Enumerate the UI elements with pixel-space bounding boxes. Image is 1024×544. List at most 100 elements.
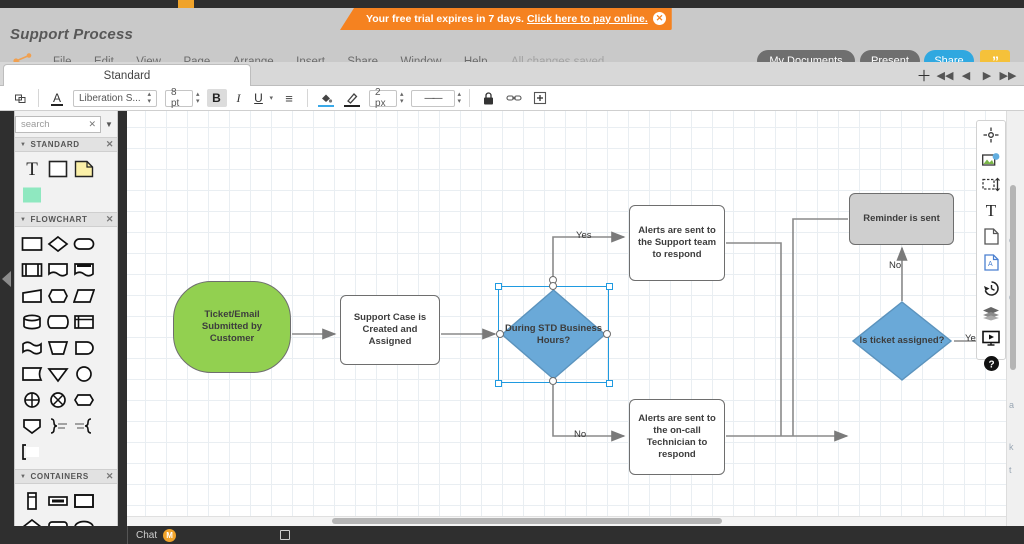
connection-port-left[interactable] xyxy=(496,330,504,338)
canvas-hscroll-thumb[interactable] xyxy=(332,518,722,524)
shape-extract-triangle[interactable] xyxy=(46,362,70,386)
page-icon[interactable] xyxy=(981,228,1001,245)
search-options-caret-icon[interactable]: ▼ xyxy=(101,120,117,129)
shape-manual-input[interactable] xyxy=(20,284,44,308)
shape-vertical-container[interactable] xyxy=(20,489,44,513)
shape-preparation[interactable] xyxy=(46,284,70,308)
resize-handle-top-left[interactable] xyxy=(495,283,502,290)
section-header-standard[interactable]: ▼ STANDARD ✕ xyxy=(15,137,117,152)
node-reminder-is-sent[interactable]: Reminder is sent xyxy=(849,193,954,245)
connection-port-bottom[interactable] xyxy=(549,377,557,385)
page-annotate-icon[interactable]: A xyxy=(981,254,1001,271)
shape-merge-triangle[interactable] xyxy=(20,414,44,438)
line-style-select[interactable]: —— xyxy=(410,89,455,107)
shape-internal-storage[interactable] xyxy=(72,310,96,334)
revision-history-icon[interactable] xyxy=(981,280,1001,297)
shape-rounded-container[interactable] xyxy=(46,515,70,526)
image-icon[interactable] xyxy=(981,152,1001,168)
shape-display[interactable] xyxy=(72,336,96,360)
section-close-standard[interactable]: ✕ xyxy=(106,139,114,150)
presentation-icon[interactable] xyxy=(981,330,1001,346)
help-icon[interactable]: ? xyxy=(981,355,1001,372)
shape-delay[interactable] xyxy=(72,388,96,412)
shape-rect-container[interactable] xyxy=(72,489,96,513)
connection-port-right[interactable] xyxy=(603,330,611,338)
panel-collapse-arrow-icon[interactable] xyxy=(2,271,11,287)
search-input[interactable]: search ✕ xyxy=(15,115,101,133)
line-style-caret[interactable]: ▴ ▾ xyxy=(458,91,462,105)
resize-handle-bottom-left[interactable] xyxy=(495,380,502,387)
next-page-button[interactable]: ▶ xyxy=(978,66,996,84)
shape-multi-document-wave[interactable] xyxy=(20,336,44,360)
diagram-canvas[interactable]: Ticket/Email Submitted by Customer Suppo… xyxy=(127,111,1024,526)
line-width-stepper[interactable]: ▴ ▾ xyxy=(400,91,404,105)
font-family-select[interactable]: Liberation S... ▴ ▾ xyxy=(73,89,157,107)
line-width-input[interactable]: 2 px xyxy=(369,87,398,109)
shape-decision[interactable] xyxy=(46,232,70,256)
shape-sticky-green[interactable] xyxy=(20,183,44,207)
canvas-vertical-scrollbar[interactable] xyxy=(1010,185,1016,370)
node-start-terminator[interactable]: Ticket/Email Submitted by Customer xyxy=(173,281,291,373)
text-color-icon[interactable]: A xyxy=(47,88,67,108)
resize-handle-top-right[interactable] xyxy=(606,283,613,290)
resize-icon[interactable] xyxy=(981,177,1001,193)
shape-or-circle[interactable] xyxy=(20,388,44,412)
shape-direct-data[interactable] xyxy=(46,310,70,334)
format-painter-icon[interactable] xyxy=(10,88,30,108)
font-size-stepper[interactable]: ▴ ▾ xyxy=(196,91,200,105)
section-close-flowchart[interactable]: ✕ xyxy=(106,214,114,225)
shape-bracket-card[interactable] xyxy=(20,440,44,464)
first-page-button[interactable]: ◀◀ xyxy=(936,66,954,84)
shape-brace-right-annotation[interactable] xyxy=(46,414,70,438)
lock-icon[interactable] xyxy=(478,88,498,108)
trial-banner-close-icon[interactable]: ✕ xyxy=(653,12,666,25)
shape-brace-left-annotation[interactable] xyxy=(72,414,96,438)
shape-predefined-process[interactable] xyxy=(20,258,44,282)
italic-button[interactable]: I xyxy=(230,89,248,107)
page-menu-button[interactable]: ▾ xyxy=(1020,66,1024,84)
add-page-button[interactable]: ＋ xyxy=(915,66,933,85)
shape-square[interactable] xyxy=(46,157,70,181)
section-header-flowchart[interactable]: ▼ FLOWCHART ✕ xyxy=(15,212,117,227)
shape-connector-circle[interactable] xyxy=(72,362,96,386)
search-clear-icon[interactable]: ✕ xyxy=(88,119,96,130)
section-header-containers[interactable]: ▼ CONTAINERS ✕ xyxy=(15,469,117,484)
shape-diamond-container[interactable] xyxy=(20,515,44,526)
shape-ellipse-container[interactable] xyxy=(72,515,96,526)
shape-document[interactable] xyxy=(46,258,70,282)
resize-handle-bottom-right[interactable] xyxy=(606,380,613,387)
shape-stored-data[interactable] xyxy=(20,362,44,386)
shape-horizontal-container[interactable] xyxy=(46,489,70,513)
bold-button[interactable]: B xyxy=(206,89,227,107)
expand-chat-icon[interactable] xyxy=(280,530,290,540)
underline-caret-icon[interactable]: ▾ xyxy=(270,95,274,102)
prev-page-button[interactable]: ◀ xyxy=(957,66,975,84)
node-alerts-oncall-technician[interactable]: Alerts are sent to the on-call Technicia… xyxy=(629,399,725,475)
add-shape-icon[interactable] xyxy=(530,88,550,108)
tab-standard[interactable]: Standard xyxy=(3,64,251,87)
shape-process[interactable] xyxy=(20,232,44,256)
shape-multidocument[interactable] xyxy=(72,258,96,282)
layers-icon[interactable] xyxy=(981,306,1001,321)
shape-text-T[interactable]: T xyxy=(20,157,44,181)
chat-user-avatar[interactable]: M xyxy=(163,528,177,542)
node-is-ticket-assigned[interactable]: Is ticket assigned? xyxy=(852,301,952,381)
node-alerts-support-team[interactable]: Alerts are sent to the Support team to r… xyxy=(629,205,725,281)
shape-data-parallelogram[interactable] xyxy=(72,284,96,308)
align-button[interactable]: ≡ xyxy=(279,88,299,108)
shape-terminator[interactable] xyxy=(72,232,96,256)
trial-pay-link[interactable]: Click here to pay online. xyxy=(527,13,648,25)
node-support-case[interactable]: Support Case is Created and Assigned xyxy=(340,295,440,365)
shape-summing-junction[interactable] xyxy=(46,388,70,412)
shape-database[interactable] xyxy=(20,310,44,334)
chat-label[interactable]: Chat xyxy=(136,530,157,541)
underline-button[interactable]: U xyxy=(250,89,268,107)
shape-manual-operation[interactable] xyxy=(46,336,70,360)
link-icon[interactable] xyxy=(504,88,524,108)
connection-port-top[interactable] xyxy=(549,282,557,290)
fill-color-icon[interactable] xyxy=(316,88,336,108)
last-page-button[interactable]: ▶▶ xyxy=(999,66,1017,84)
line-color-icon[interactable] xyxy=(342,88,362,108)
font-size-input[interactable]: 8 pt xyxy=(165,87,193,109)
pointer-move-icon[interactable] xyxy=(981,127,1001,143)
